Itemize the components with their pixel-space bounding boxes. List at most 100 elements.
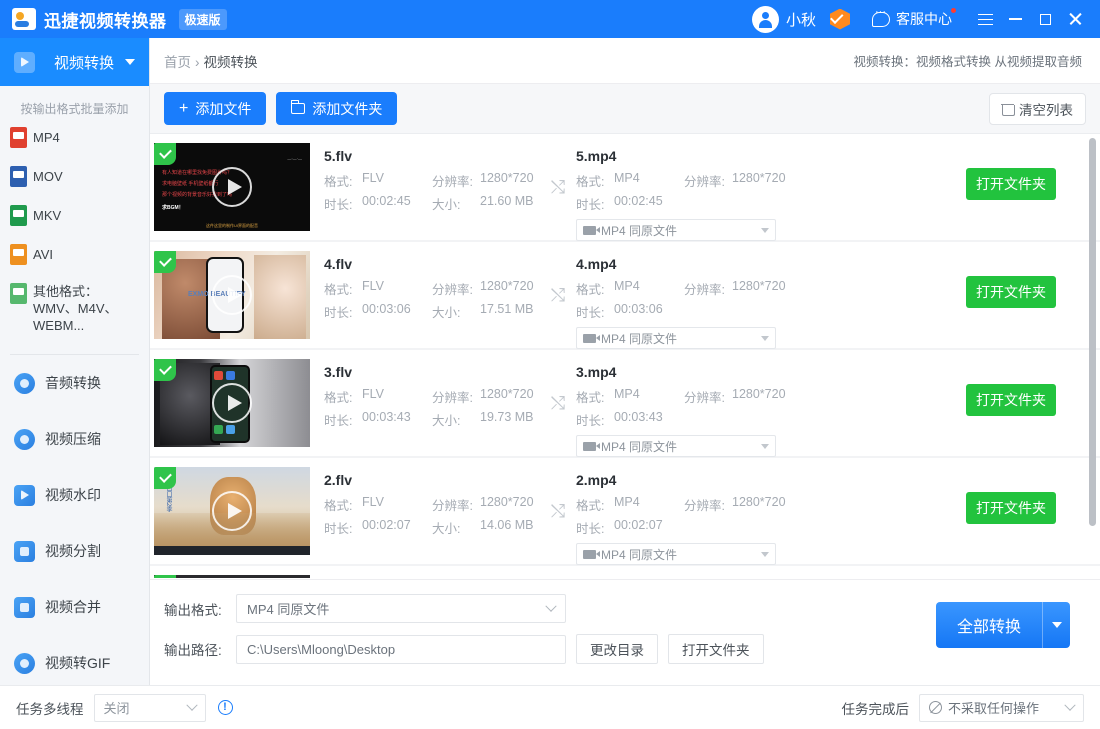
scrollbar[interactable]	[1089, 138, 1096, 563]
maximize-button[interactable]	[1030, 4, 1060, 34]
sidebar-item-video-split[interactable]: 视频分割	[0, 523, 149, 579]
source-info: 3.flv 格式: FLV 分辨率: 1280*720 时长: 00:03:43…	[310, 350, 540, 433]
output-format-select[interactable]: MP4 同原文件	[236, 594, 566, 623]
breadcrumb-home[interactable]: 首页	[164, 55, 191, 70]
output-format: MP4	[614, 495, 684, 514]
format-label: 格式:	[324, 279, 362, 298]
after-task-select[interactable]: 不采取任何操作	[919, 694, 1084, 722]
play-icon[interactable]	[212, 491, 252, 531]
source-duration: 00:03:06	[362, 302, 432, 321]
multithread-value: 关闭	[104, 698, 130, 717]
swap-arrows-icon[interactable]: ⤭	[546, 350, 570, 456]
add-file-button[interactable]: + 添加文件	[164, 92, 266, 125]
output-resolution: 1280*720	[732, 279, 786, 298]
user-account[interactable]: 小秋	[752, 6, 830, 33]
file-list[interactable]: —·—·— 有人知道在哪里找免费图片吗？ 求电脑壁纸 手机壁纸都行 那个视频的背…	[150, 134, 1100, 578]
format-item-mov[interactable]: MOV	[10, 166, 75, 187]
convert-all-dropdown-button[interactable]	[1042, 602, 1070, 648]
output-path-value: C:\Users\Mloong\Desktop	[247, 642, 395, 657]
output-format-value: MP4 同原文件	[601, 222, 677, 239]
multithread-label: 任务多线程	[16, 698, 84, 718]
check-icon[interactable]	[154, 143, 176, 165]
table-row[interactable]: 3.flv 格式: FLV 分辨率: 1280*720 时长: 00:03:43…	[150, 350, 1100, 456]
output-format-select[interactable]: MP4 同原文件	[576, 327, 776, 349]
swap-arrows-icon[interactable]	[546, 566, 570, 578]
chevron-down-icon[interactable]	[125, 59, 135, 65]
swap-arrows-icon[interactable]: ⤭	[546, 242, 570, 348]
check-icon[interactable]	[154, 359, 176, 381]
format-label: 格式:	[324, 171, 362, 190]
swap-arrows-icon[interactable]: ⤭	[546, 458, 570, 564]
source-resolution: 1280*720	[480, 387, 534, 406]
format-item-avi[interactable]: AVI	[10, 244, 75, 265]
swap-arrows-icon[interactable]: ⤭	[546, 134, 570, 240]
sidebar-item-video-watermark[interactable]: 视频水印	[0, 467, 149, 523]
output-duration: 00:02:45	[614, 194, 684, 213]
thumbnail[interactable]	[154, 575, 310, 578]
video-compress-icon	[14, 429, 35, 450]
table-row[interactable]: 口口第2季 2.flv 格式: FLV 分辨率: 1280*720 时长:	[150, 458, 1100, 564]
source-duration: 00:03:43	[362, 410, 432, 429]
output-path-input[interactable]: C:\Users\Mloong\Desktop	[236, 635, 566, 664]
close-button[interactable]	[1060, 4, 1090, 34]
after-task-label: 任务完成后	[842, 698, 910, 718]
thumbnail[interactable]: —·—·— 有人知道在哪里找免费图片吗？ 求电脑壁纸 手机壁纸都行 那个视频的背…	[154, 143, 310, 231]
add-folder-button[interactable]: 添加文件夹	[276, 92, 397, 125]
duration-label: 时长:	[576, 410, 614, 429]
output-filename: 4.mp4	[576, 256, 826, 272]
check-icon[interactable]	[154, 575, 176, 578]
thumbnail[interactable]: 口口第2季	[154, 467, 310, 555]
scrollbar-thumb[interactable]	[1089, 138, 1096, 526]
sidebar-item-video-to-gif[interactable]: 视频转GIF	[0, 635, 149, 691]
play-icon[interactable]	[212, 167, 252, 207]
minimize-button[interactable]	[1000, 4, 1030, 34]
output-format-select[interactable]: MP4 同原文件	[576, 435, 776, 457]
open-folder-button[interactable]: 打开文件夹	[966, 276, 1056, 308]
sidebar-item-video-merge[interactable]: 视频合并	[0, 579, 149, 635]
sidebar-item-video-convert[interactable]: 视频转换	[0, 38, 149, 86]
thumbnail[interactable]: EXMO BEAUTIFY	[154, 251, 310, 339]
vip-shield-icon[interactable]	[830, 9, 850, 30]
video-merge-icon	[14, 597, 35, 618]
breadcrumb-note: 视频转换：视频格式转换 从视频提取音频	[854, 51, 1082, 70]
output-format-select[interactable]: MP4 同原文件	[576, 543, 776, 565]
menu-button[interactable]	[970, 4, 1000, 34]
convert-all-button[interactable]: 全部转换	[936, 602, 1042, 648]
open-folder-button[interactable]: 打开文件夹	[966, 492, 1056, 524]
output-format-value: MP4 同原文件	[601, 546, 677, 563]
table-row[interactable]: EXMO BEAUTIFY 4.flv 格式: FLV 分辨率: 1280*72…	[150, 242, 1100, 348]
service-center-button[interactable]: 客服中心	[872, 9, 952, 29]
chevron-down-icon	[761, 552, 769, 557]
after-task-group: 任务完成后 不采取任何操作	[842, 694, 1085, 722]
table-row[interactable]: 1.flv 1.mp4	[150, 566, 1100, 578]
sidebar-item-video-compress[interactable]: 视频压缩	[0, 411, 149, 467]
check-icon[interactable]	[154, 467, 176, 489]
open-output-folder-button[interactable]: 打开文件夹	[668, 634, 764, 664]
format-item-other[interactable]: 其他格式：WMV、M4V、WEBM...	[10, 283, 139, 334]
check-icon[interactable]	[154, 251, 176, 273]
info-icon[interactable]: !	[218, 700, 233, 715]
format-item-mp4[interactable]: MP4	[10, 127, 75, 148]
sidebar-item-audio-convert[interactable]: 音频转换	[0, 355, 149, 411]
source-size: 17.51 MB	[480, 302, 534, 321]
format-label: 格式:	[576, 387, 614, 406]
avatar	[752, 6, 779, 33]
format-label: MOV	[33, 169, 63, 184]
play-icon[interactable]	[212, 383, 252, 423]
change-dir-button[interactable]: 更改目录	[576, 634, 658, 664]
breadcrumb-current: 视频转换	[204, 55, 258, 70]
format-label: 其他格式：WMV、M4V、WEBM...	[33, 283, 139, 334]
source-duration: 00:02:45	[362, 194, 432, 213]
play-icon[interactable]	[212, 275, 252, 315]
format-item-mkv[interactable]: MKV	[10, 205, 75, 226]
table-row[interactable]: —·—·— 有人知道在哪里找免费图片吗？ 求电脑壁纸 手机壁纸都行 那个视频的背…	[150, 134, 1100, 240]
open-folder-button[interactable]: 打开文件夹	[966, 384, 1056, 416]
output-format-select[interactable]: MP4 同原文件	[576, 219, 776, 241]
resolution-label: 分辨率:	[432, 171, 480, 190]
clear-list-button[interactable]: 清空列表	[989, 93, 1086, 125]
open-folder-button[interactable]: 打开文件夹	[966, 168, 1056, 200]
output-resolution: 1280*720	[732, 495, 786, 514]
multithread-select[interactable]: 关闭	[94, 694, 206, 722]
output-info: 4.mp4 格式: MP4 分辨率: 1280*720 时长: 00:03:06…	[576, 242, 826, 349]
thumbnail[interactable]	[154, 359, 310, 447]
